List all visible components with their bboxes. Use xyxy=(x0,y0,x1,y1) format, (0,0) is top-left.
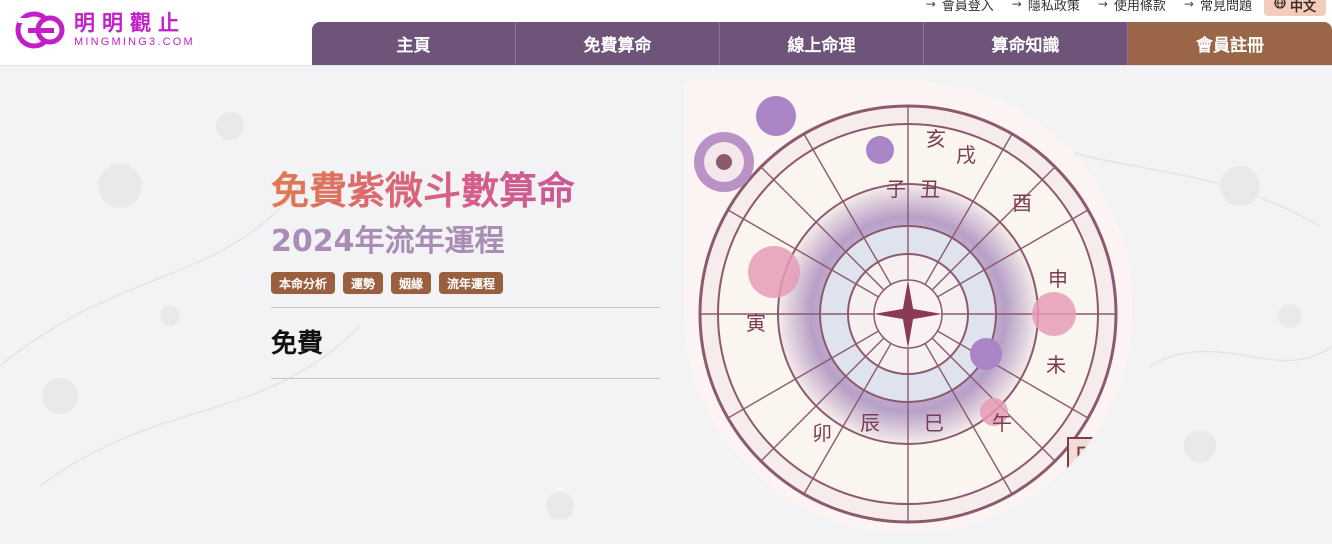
logo-mark-icon xyxy=(14,10,68,50)
top-link-label: 常見問題 xyxy=(1199,0,1252,14)
nav-item-home[interactable]: 主頁 xyxy=(312,22,516,65)
nav-item-register[interactable]: 會員註冊 xyxy=(1128,22,1332,65)
top-links: → 會員登入 → 隱私政策 → 使用條款 → 常見問題 xyxy=(925,0,1252,14)
top-link-label: 會員登入 xyxy=(941,0,994,14)
site-logo[interactable]: 明明觀止 MINGMING3.COM xyxy=(14,6,214,54)
arrow-right-icon: → xyxy=(1097,0,1108,11)
svg-text:子: 子 xyxy=(886,177,906,201)
tag-fortune: 運勢 xyxy=(343,272,384,294)
top-link-login[interactable]: → 會員登入 xyxy=(925,0,994,14)
hero-title: 免費紫微斗數算命 xyxy=(271,169,576,213)
svg-text:亥: 亥 xyxy=(926,127,946,151)
svg-text:未: 未 xyxy=(1046,353,1066,377)
hero-subtitle: 2024年流年運程 xyxy=(271,224,505,259)
divider-bottom xyxy=(271,378,660,379)
floral-background xyxy=(0,105,1332,520)
top-link-terms[interactable]: → 使用條款 xyxy=(1097,0,1166,14)
astrology-wheel-illustration: 亥 戌 酉 申 未 午 巳 辰 卯 寅 丑 子 圖 xyxy=(684,82,1132,532)
nav-item-knowledge[interactable]: 算命知識 xyxy=(924,22,1128,65)
nav-item-free-fortune[interactable]: 免費算命 xyxy=(516,22,720,65)
site-header: 明明觀止 MINGMING3.COM → 會員登入 → 隱私政策 → 使用條款 … xyxy=(0,0,1332,66)
arrow-right-icon: → xyxy=(925,0,936,11)
arrow-right-icon: → xyxy=(1183,0,1194,11)
arrow-right-icon: → xyxy=(1011,0,1022,11)
top-link-label: 隱私政策 xyxy=(1027,0,1080,14)
price-label: 免費 xyxy=(271,329,324,359)
main-nav: 主頁 免費算命 線上命理 算命知識 會員註冊 xyxy=(312,22,1332,65)
svg-text:戌: 戌 xyxy=(956,143,976,167)
logo-name-cn: 明明觀止 xyxy=(74,11,186,35)
top-link-privacy[interactable]: → 隱私政策 xyxy=(1011,0,1080,14)
svg-text:酉: 酉 xyxy=(1012,191,1032,215)
svg-text:辰: 辰 xyxy=(860,411,880,435)
svg-text:丑: 丑 xyxy=(920,177,940,201)
globe-icon xyxy=(1274,0,1286,13)
tag-yearly-fortune: 流年運程 xyxy=(439,272,504,294)
svg-text:午: 午 xyxy=(992,411,1012,435)
top-link-label: 使用條款 xyxy=(1113,0,1166,14)
language-label: 中文 xyxy=(1289,0,1316,15)
language-switch-button[interactable]: 中文 xyxy=(1264,0,1326,16)
nav-item-online-reading[interactable]: 線上命理 xyxy=(720,22,924,65)
svg-text:申: 申 xyxy=(1048,267,1068,291)
svg-text:卯: 卯 xyxy=(812,421,832,445)
tag-natal-analysis: 本命分析 xyxy=(271,272,336,294)
svg-text:巳: 巳 xyxy=(924,411,944,435)
top-link-faq[interactable]: → 常見問題 xyxy=(1183,0,1252,14)
tag-marriage: 姻緣 xyxy=(391,272,432,294)
divider-top xyxy=(271,307,660,308)
astrology-wheel-icon: 亥 戌 酉 申 未 午 巳 辰 卯 寅 丑 子 圖 xyxy=(684,82,1132,532)
svg-text:寅: 寅 xyxy=(746,311,766,335)
hero-tags: 本命分析 運勢 姻緣 流年運程 xyxy=(271,272,504,294)
logo-name-en: MINGMING3.COM xyxy=(74,36,195,48)
